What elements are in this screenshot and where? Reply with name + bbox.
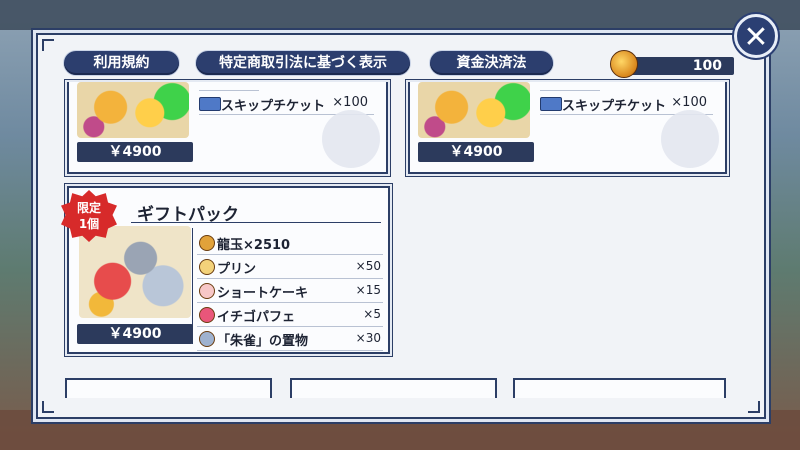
item-quantity: ×100 (671, 95, 707, 110)
list-item: 龍玉×2510 (197, 232, 383, 255)
list-item: ショートケーキ ×15 (197, 280, 383, 303)
close-button[interactable]: ✕ (734, 14, 778, 58)
ticket-icon (199, 97, 221, 111)
shop-item-card-partial[interactable] (65, 378, 272, 398)
list-item: プリン ×50 (197, 256, 383, 279)
product-image (77, 82, 189, 138)
close-icon: ✕ (743, 20, 769, 55)
panel-corner-ornament (42, 401, 54, 413)
item-name: 「朱雀」の置物 (217, 334, 309, 349)
item-name: ショートケーキ (217, 286, 309, 301)
item-name: イチゴパフェ (217, 310, 296, 325)
item-row-partial (199, 82, 259, 91)
commerce-law-button[interactable]: 特定商取引法に基づく表示 (196, 51, 410, 75)
title-divider (131, 222, 381, 223)
price-button[interactable]: ￥4900 (77, 142, 193, 162)
item-quantity: ×100 (332, 95, 368, 110)
price-button[interactable]: ￥4900 (77, 324, 193, 344)
ticket-icon (540, 97, 562, 111)
shop-item-card-partial[interactable] (290, 378, 497, 398)
item-name: スキップチケット (562, 99, 667, 114)
shortcake-icon (199, 283, 215, 299)
badge-line: 限定 (76, 201, 101, 215)
price-button[interactable]: ￥4900 (418, 142, 534, 162)
fund-settlement-button[interactable]: 資金決済法 (430, 51, 553, 75)
bird-figurine-icon (199, 331, 215, 347)
item-row-partial (540, 82, 600, 91)
item-quantity: ×5 (363, 307, 381, 321)
panel-corner-ornament (748, 401, 760, 413)
parfait-icon (199, 307, 215, 323)
dragon-gem-icon (199, 235, 215, 251)
gift-pack-card[interactable]: ギフトパック 限定 1個 龍玉×2510 プリン ×50 ショートケーキ ×15 … (61, 186, 390, 354)
dragon-gem-icon (610, 50, 638, 78)
shop-item-card[interactable]: スキップチケット ×100 ￥4900 (67, 82, 388, 174)
panel-corner-ornament (42, 39, 54, 51)
item-quantity: ×15 (355, 283, 381, 297)
background-hud-strip (0, 0, 800, 30)
item-name: スキップチケット (221, 99, 326, 114)
shop-item-card-partial[interactable] (513, 378, 726, 398)
product-image (418, 82, 530, 138)
crest-watermark-icon (661, 110, 719, 168)
list-item: イチゴパフェ ×5 (197, 304, 383, 327)
item-name: プリン (217, 262, 257, 277)
pudding-icon (199, 259, 215, 275)
shop-item-card[interactable]: スキップチケット ×100 ￥4900 (408, 82, 727, 174)
item-name: 龍玉×2510 (217, 238, 291, 253)
badge-line: 1個 (78, 217, 100, 231)
item-quantity: ×50 (355, 259, 381, 273)
terms-button[interactable]: 利用規約 (64, 51, 179, 75)
item-quantity: ×30 (355, 331, 381, 345)
product-image (79, 226, 191, 318)
crest-watermark-icon (322, 110, 380, 168)
list-item: 「朱雀」の置物 ×30 (197, 328, 383, 351)
